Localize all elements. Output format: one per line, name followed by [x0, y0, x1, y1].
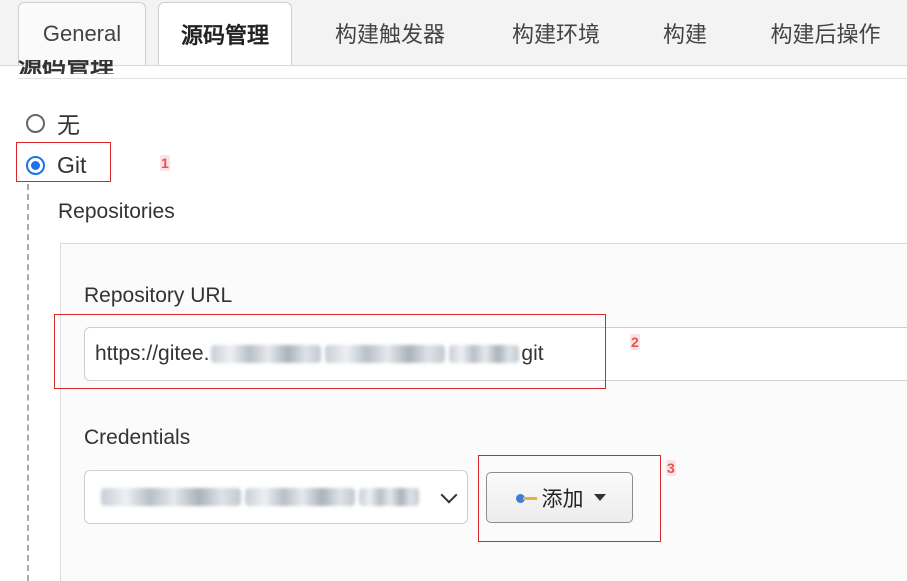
- tab-source-code-management[interactable]: 源码管理: [158, 2, 292, 65]
- chevron-down-icon: [440, 486, 458, 504]
- repository-url-label: Repository URL: [84, 284, 233, 307]
- redacted-credential: [359, 488, 419, 506]
- redacted-credential: [101, 488, 241, 506]
- tab-general[interactable]: General: [18, 2, 146, 65]
- tab-bar: General 源码管理 构建触发器 构建环境 构建 构建后操作: [0, 0, 907, 66]
- repositories-heading: Repositories: [58, 200, 175, 223]
- highlight-box-url: [54, 314, 606, 389]
- radio-none[interactable]: [26, 113, 45, 133]
- tab-build-triggers[interactable]: 构建触发器: [308, 0, 472, 66]
- tab-post-build-actions[interactable]: 构建后操作: [748, 0, 903, 66]
- credentials-label: Credentials: [84, 426, 191, 449]
- redacted-credential: [245, 488, 355, 506]
- scm-option-none-label: 无: [57, 112, 80, 138]
- annotation-marker-3: 3: [666, 460, 676, 476]
- tab-build[interactable]: 构建: [640, 0, 730, 66]
- credentials-select[interactable]: [84, 470, 468, 524]
- tab-build-environment[interactable]: 构建环境: [490, 0, 622, 66]
- highlight-box-add: [478, 455, 661, 542]
- git-options-guide: [27, 184, 29, 581]
- annotation-marker-1: 1: [160, 155, 170, 171]
- section-title: 源码管理: [18, 60, 114, 74]
- highlight-box-git: [16, 142, 111, 182]
- scm-option-none[interactable]: 无: [26, 106, 80, 140]
- section-divider: [18, 78, 907, 79]
- annotation-marker-2: 2: [630, 334, 640, 350]
